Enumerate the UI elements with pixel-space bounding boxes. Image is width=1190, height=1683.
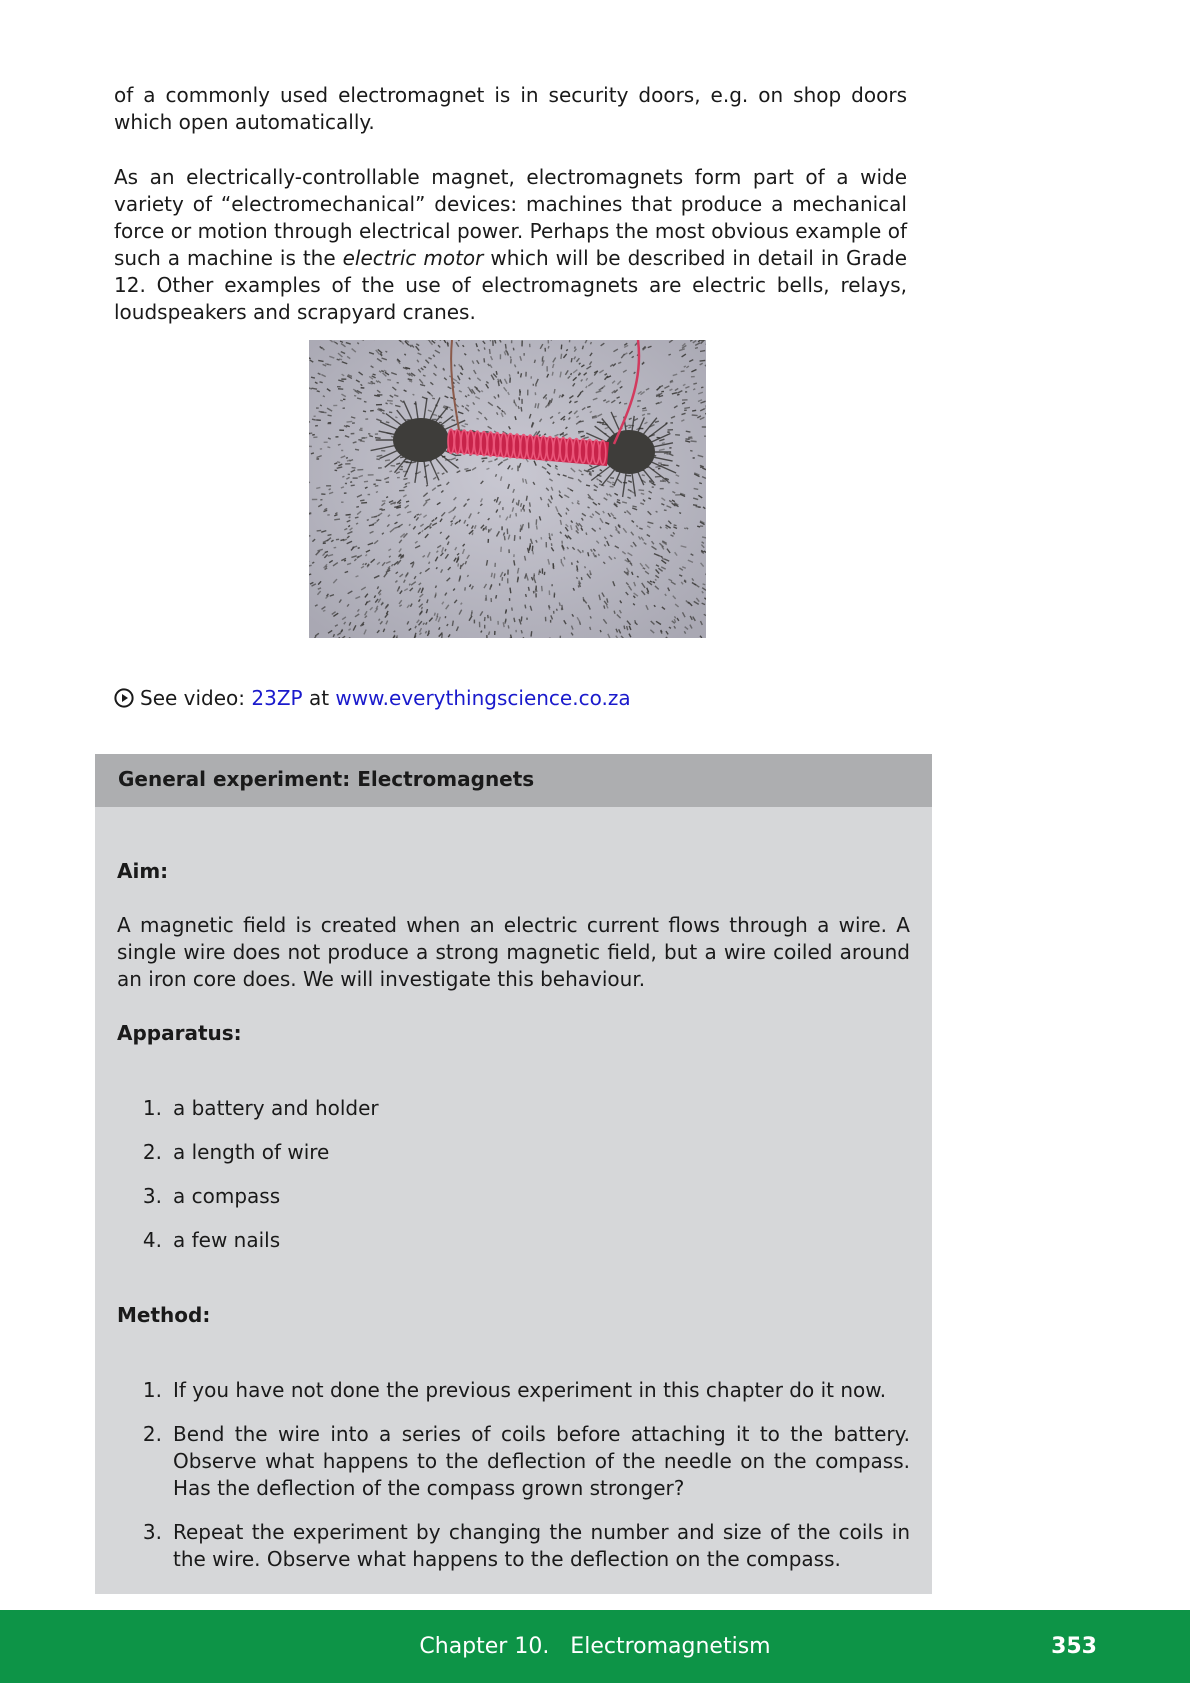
video-prefix: See video: — [140, 686, 252, 710]
list-text: a battery and holder — [173, 1096, 379, 1120]
list-number: 1. — [142, 1096, 162, 1120]
list-number: 3. — [142, 1520, 162, 1544]
aim-text: A magnetic field is created when an elec… — [117, 913, 910, 991]
page-number: 353 — [1051, 1634, 1097, 1659]
list-text: Bend the wire into a series of coils bef… — [173, 1422, 910, 1500]
video-middle: at — [302, 686, 336, 710]
method-heading: Method: — [117, 1303, 211, 1327]
list-number: 3. — [142, 1184, 162, 1208]
chapter-title: Chapter 10. Electromagnetism — [419, 1634, 771, 1659]
video-code-link[interactable]: 23ZP — [251, 686, 302, 710]
textbook-page: of a commonly used electromagnet is in s… — [0, 0, 1190, 1683]
electromagnet-iron-filings-photo — [309, 340, 706, 638]
list-text: If you have not done the previous experi… — [173, 1378, 887, 1402]
experiment-title: General experiment: Electromagnets — [118, 767, 535, 791]
list-text: a length of wire — [173, 1140, 330, 1164]
electromechanical-paragraph: As an electrically-controllable magnet, … — [114, 164, 907, 326]
intro-paragraph: of a commonly used electromagnet is in s… — [114, 83, 907, 134]
list-number: 2. — [142, 1422, 162, 1446]
apparatus-heading: Apparatus: — [117, 1021, 242, 1045]
list-text: Repeat the experiment by changing the nu… — [173, 1520, 910, 1571]
electric-motor-term: electric motor — [342, 246, 484, 270]
page-footer: Chapter 10. Electromagnetism 353 — [0, 1610, 1190, 1683]
play-circle-icon[interactable] — [114, 688, 134, 708]
list-number: 1. — [142, 1378, 162, 1402]
list-text: a few nails — [173, 1228, 281, 1252]
video-reference: See video: 23ZP at www.everythingscience… — [114, 685, 631, 712]
aim-heading: Aim: — [117, 859, 169, 883]
experiment-box: General experiment: Electromagnets Aim: … — [95, 754, 932, 1594]
website-link[interactable]: www.everythingscience.co.za — [335, 686, 630, 710]
experiment-header: General experiment: Electromagnets — [95, 754, 932, 807]
list-number: 2. — [142, 1140, 162, 1164]
list-text: a compass — [173, 1184, 281, 1208]
list-number: 4. — [142, 1228, 162, 1252]
